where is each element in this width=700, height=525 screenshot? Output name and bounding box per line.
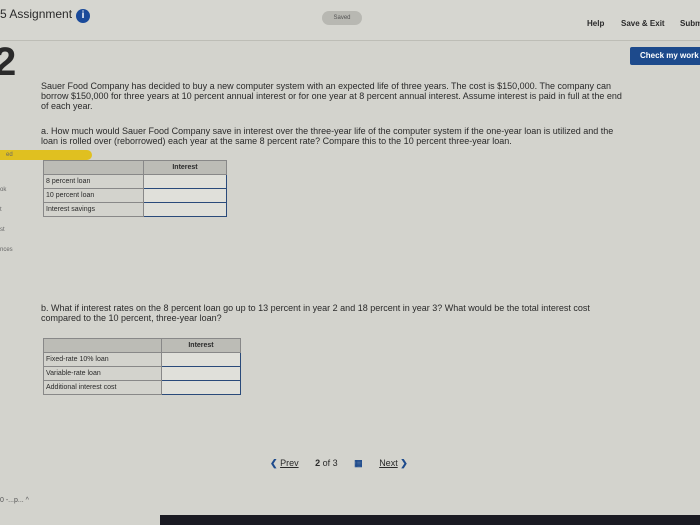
pagination: ❮ Prev 2 of 3 ▦ Next ❯	[270, 458, 408, 468]
submit-button[interactable]: Subm	[680, 19, 700, 28]
info-icon[interactable]: i	[76, 9, 91, 23]
sidebar-item[interactable]: ed	[0, 150, 92, 160]
save-exit-button[interactable]: Save & Exit	[621, 19, 665, 28]
table-row: Fixed-rate 10% loan	[43, 352, 241, 367]
table-row: 10 percent loan	[43, 188, 227, 203]
part-a-table: Interest 8 percent loan 10 percent loan …	[43, 160, 227, 217]
grid-icon[interactable]: ▦	[354, 458, 363, 468]
download-bar-text: 0 -...p... ^	[0, 497, 29, 504]
interest-input[interactable]	[143, 174, 227, 189]
question-number: 2	[0, 40, 17, 84]
interest-input[interactable]	[143, 202, 227, 217]
column-header: Interest	[143, 160, 227, 175]
prev-button[interactable]: ❮ Prev	[270, 458, 299, 468]
next-button[interactable]: Next ❯	[379, 458, 408, 468]
table-row: Variable-rate loan	[43, 366, 241, 381]
part-b-question: b. What if interest rates on the 8 perce…	[41, 303, 590, 323]
interest-input[interactable]	[161, 352, 241, 367]
table-row: Interest savings	[43, 202, 227, 217]
sidebar-item[interactable]: nces	[0, 247, 80, 253]
assignment-title: 5 Assignment i	[0, 7, 91, 23]
table-row: 8 percent loan	[43, 174, 227, 189]
part-a-question: a. How much would Sauer Food Company sav…	[41, 126, 614, 146]
interest-input[interactable]	[161, 366, 241, 381]
table-row: Additional interest cost	[43, 380, 241, 395]
check-my-work-button[interactable]: Check my work	[630, 47, 700, 65]
part-b-table: Interest Fixed-rate 10% loan Variable-ra…	[43, 338, 241, 395]
help-button[interactable]: Help	[587, 19, 604, 28]
problem-intro: Sauer Food Company has decided to buy a …	[41, 81, 622, 111]
interest-input[interactable]	[143, 188, 227, 203]
interest-input[interactable]	[161, 380, 241, 395]
current-page: 2	[315, 458, 321, 468]
sidebar-item[interactable]: st	[0, 227, 80, 233]
saved-badge: Saved	[322, 11, 362, 25]
column-header: Interest	[161, 338, 241, 353]
taskbar	[160, 515, 700, 525]
